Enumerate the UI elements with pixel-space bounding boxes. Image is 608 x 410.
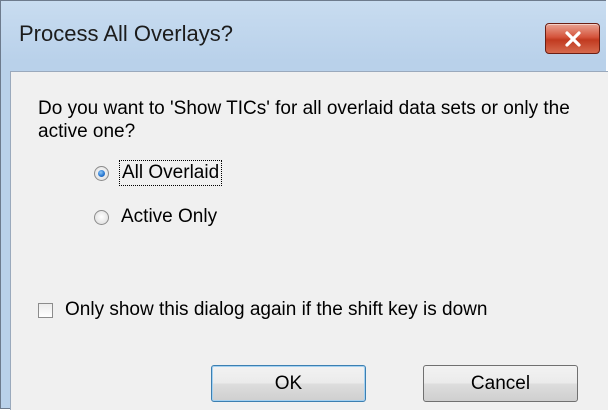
close-icon [564,30,581,47]
radio-button-checked[interactable] [94,165,109,181]
close-button[interactable] [545,23,600,54]
cancel-button[interactable]: Cancel [423,365,578,402]
dialog-window: Process All Overlays? Do you want to 'Sh… [0,0,608,410]
shift-key-checkbox-row[interactable]: Only show this dialog again if the shift… [38,299,487,321]
window-title: Process All Overlays? [19,21,233,46]
ok-button[interactable]: OK [211,365,366,402]
dialog-question: Do you want to 'Show TICs' for all overl… [38,98,570,142]
dialog-body: Do you want to 'Show TICs' for all overl… [10,71,608,410]
checkbox-label: Only show this dialog again if the shift… [65,299,488,320]
shift-key-checkbox[interactable] [38,302,53,318]
title-bar: Process All Overlays? [1,1,606,71]
radio-all-overlaid[interactable]: All Overlaid [94,160,223,186]
radio-button[interactable] [94,209,109,225]
radio-active-only[interactable]: Active Only [94,206,217,228]
radio-label: Active Only [121,206,218,227]
radio-label: All Overlaid [118,160,223,186]
